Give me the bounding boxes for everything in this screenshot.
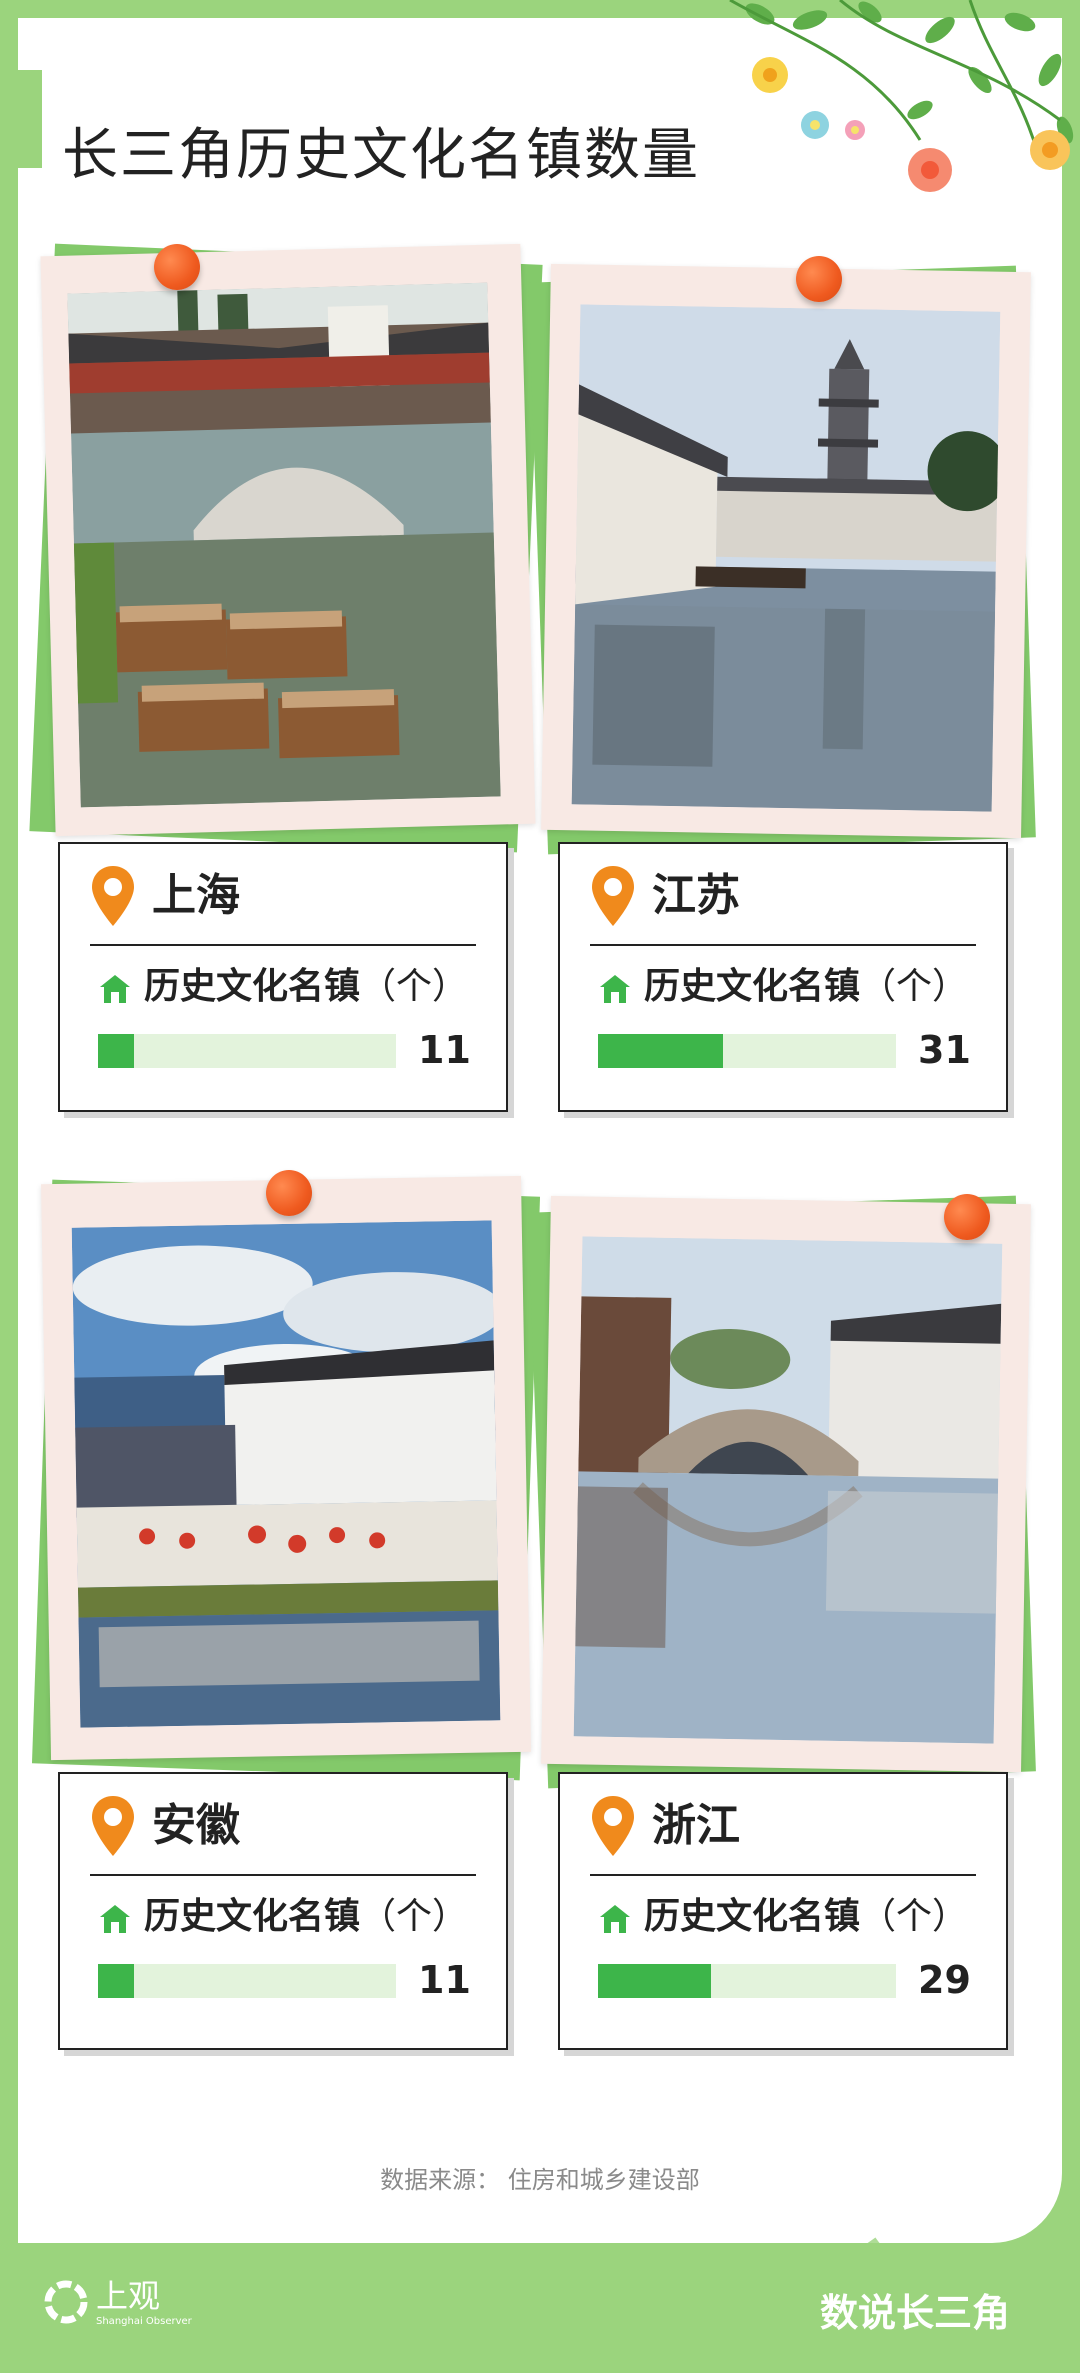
bar-fill (98, 1034, 134, 1068)
count-value: 11 (418, 1028, 471, 1072)
page-title: 长三角历史文化名镇数量 (62, 122, 700, 188)
bar-track (598, 1034, 896, 1068)
photo-shanghai-watertown (67, 282, 501, 808)
province-name: 浙江 (652, 1800, 740, 1851)
metric-unit: （个） (860, 1896, 969, 1937)
province-card-anhui: 安徽 历史文化名镇（个） 11 (58, 1772, 508, 2050)
logo-icon (44, 2280, 88, 2324)
metric-unit: （个） (360, 966, 469, 1007)
flower-decoration (729, 0, 1074, 192)
metric-label: 历史文化名镇（个） (644, 1892, 968, 1942)
location-pin-icon (92, 866, 134, 926)
photo-zhejiang-bridge (573, 1236, 1003, 1744)
location-pin-icon (92, 1796, 134, 1856)
province-name: 上海 (152, 870, 240, 921)
metric-name: 历史文化名镇 (644, 1896, 861, 1937)
bar-fill (98, 1964, 134, 1998)
metric-name: 历史文化名镇 (644, 966, 861, 1007)
title-accent-bar (18, 70, 42, 168)
house-icon (100, 975, 130, 1003)
photo-anhui-village (71, 1220, 501, 1728)
count-value: 31 (918, 1028, 971, 1072)
location-pin-icon (592, 866, 634, 926)
province-card-shanghai: 上海 历史文化名镇（个） 11 (58, 842, 508, 1112)
pushpin-icon (944, 1194, 990, 1240)
count-value: 29 (918, 1958, 971, 2002)
metric-label: 历史文化名镇（个） (144, 1892, 468, 1942)
pushpin-icon (796, 256, 842, 302)
metric-label: 历史文化名镇（个） (144, 962, 468, 1012)
photo-jiangsu-pagoda (571, 304, 1001, 812)
brand-name: 数说长三角 (819, 2290, 1010, 2335)
metric-unit: （个） (360, 1896, 469, 1937)
pushpin-icon (266, 1170, 312, 1216)
metric-name: 历史文化名镇 (144, 966, 361, 1007)
bar-fill (598, 1034, 724, 1068)
bar-track (98, 1964, 396, 1998)
pushpin-icon (154, 244, 200, 290)
house-icon (100, 1905, 130, 1933)
bar-track (598, 1964, 896, 1998)
province-name: 安徽 (152, 1800, 240, 1851)
house-icon (600, 1905, 630, 1933)
province-card-jiangsu: 江苏 历史文化名镇（个） 31 (558, 842, 1008, 1112)
logo-subtitle: Shanghai Observer (96, 2316, 192, 2327)
logo-text: 上观 (96, 2277, 161, 2315)
metric-name: 历史文化名镇 (144, 1896, 361, 1937)
location-pin-icon (592, 1796, 634, 1856)
card-divider (590, 1874, 976, 1876)
card-divider (90, 1874, 476, 1876)
card-divider (90, 944, 476, 946)
bar-track (98, 1034, 396, 1068)
metric-label: 历史文化名镇（个） (644, 962, 968, 1012)
province-card-zhejiang: 浙江 历史文化名镇（个） 29 (558, 1772, 1008, 2050)
page: 长三角历史文化名镇数量 上海 历史文化名镇（个） 11 江苏 历史文化名镇（个）… (0, 0, 1080, 2373)
card-divider (590, 944, 976, 946)
house-icon (600, 975, 630, 1003)
data-source: 数据来源： 住房和城乡建设部 (380, 2166, 700, 2194)
province-name: 江苏 (652, 870, 740, 921)
count-value: 11 (418, 1958, 471, 2002)
metric-unit: （个） (860, 966, 969, 1007)
bar-fill (598, 1964, 712, 1998)
